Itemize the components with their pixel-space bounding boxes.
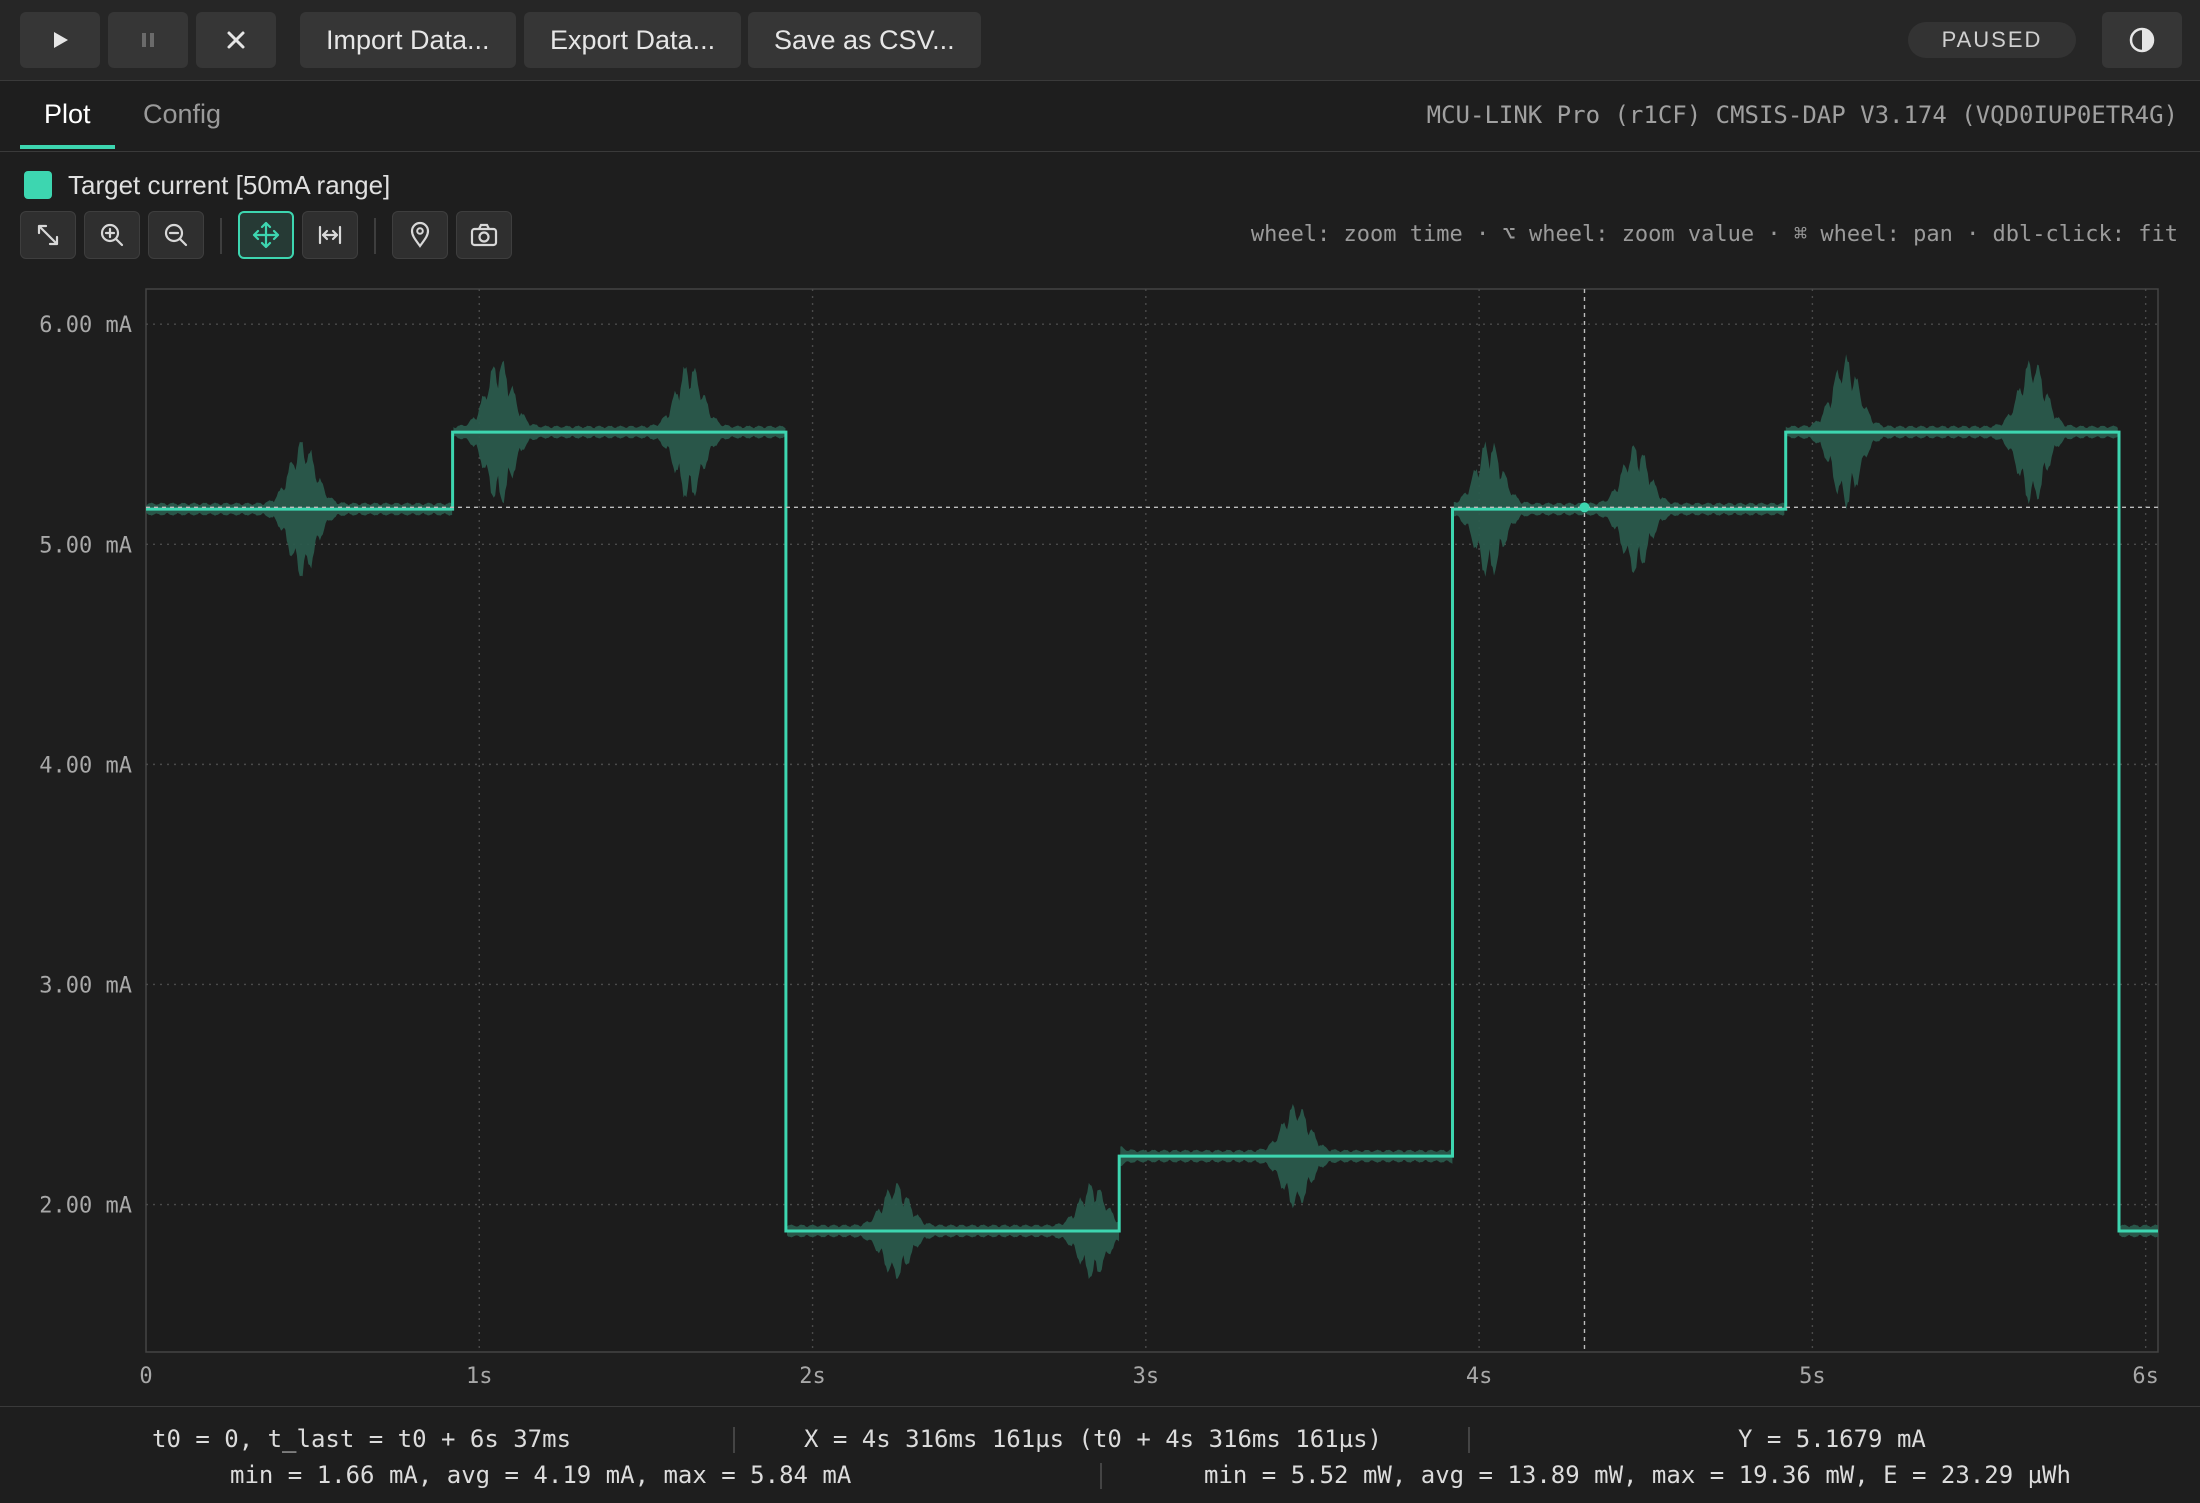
theme-toggle-button[interactable] <box>2102 12 2182 68</box>
toolbar-divider <box>220 218 222 254</box>
x-tick-label: 1s <box>466 1364 493 1389</box>
close-icon <box>227 31 245 49</box>
y-tick-label: 5.00 mA <box>39 533 132 558</box>
footer-divider <box>1100 1463 1102 1489</box>
marker-icon <box>410 221 430 248</box>
zoom-out-button[interactable] <box>148 211 204 259</box>
x-tick-label: 5s <box>1799 1364 1826 1389</box>
cursor-point <box>1579 502 1590 513</box>
y-tick-label: 4.00 mA <box>39 753 132 778</box>
import-data-button[interactable]: Import Data... <box>300 12 516 68</box>
footer-divider <box>733 1427 735 1453</box>
x-tick-label: 4s <box>1466 1364 1493 1389</box>
y-axis: 6.00 mA 5.00 mA 4.00 mA 3.00 mA 2.00 mA <box>39 313 132 1218</box>
status-footer: t0 = 0, t_last = t0 + 6s 37ms X = 4s 316… <box>0 1406 2200 1503</box>
camera-icon <box>470 223 498 247</box>
contrast-icon <box>2129 27 2155 53</box>
y-tick-label: 3.00 mA <box>39 973 132 998</box>
device-info: MCU-LINK Pro (r1CF) CMSIS-DAP V3.174 (VQ… <box>1426 101 2178 129</box>
footer-divider <box>1468 1427 1470 1453</box>
x-tick-label: 3s <box>1133 1364 1160 1389</box>
fit-button[interactable] <box>20 211 76 259</box>
y-tick-label: 6.00 mA <box>39 313 132 338</box>
cursor-y-readout: Y = 5.1679 mA <box>1738 1425 1926 1453</box>
time-range-readout: t0 = 0, t_last = t0 + 6s 37ms <box>152 1425 572 1453</box>
status-badge: PAUSED <box>1908 22 2076 58</box>
current-plot[interactable]: 6.00 mA 5.00 mA 4.00 mA 3.00 mA 2.00 mA 0 1s 2… <box>0 280 2200 1404</box>
pause-icon <box>142 33 154 47</box>
toolbar-divider <box>374 218 376 254</box>
cursor-x-readout: X = 4s 316ms 161µs (t0 + 4s 316ms 161µs) <box>804 1425 1382 1453</box>
pan-button[interactable] <box>238 211 294 259</box>
x-tick-label: 2s <box>799 1364 826 1389</box>
power-stats-readout: min = 5.52 mW, avg = 13.89 mW, max = 19.… <box>1204 1461 2071 1489</box>
stop-button[interactable] <box>196 12 276 68</box>
x-tick-label: 6s <box>2132 1364 2159 1389</box>
pan-icon <box>252 221 280 249</box>
active-tab-indicator <box>20 145 115 149</box>
x-axis: 0 1s 2s 3s 4s 5s 6s <box>139 1364 2159 1389</box>
pause-button[interactable] <box>108 12 188 68</box>
main-toolbar: Import Data... Export Data... Save as CS… <box>0 0 2200 81</box>
fit-width-icon <box>318 225 342 245</box>
current-stats-readout: min = 1.66 mA, avg = 4.19 mA, max = 5.84… <box>230 1461 852 1489</box>
legend-label: Target current [50mA range] <box>68 170 391 200</box>
export-data-button[interactable]: Export Data... <box>524 12 742 68</box>
tab-bar: Plot Config MCU-LINK Pro (r1CF) CMSIS-DA… <box>0 81 2200 152</box>
play-icon <box>54 32 68 48</box>
zoom-in-button[interactable] <box>84 211 140 259</box>
zoom-in-icon <box>100 223 124 247</box>
play-button[interactable] <box>20 12 100 68</box>
legend-swatch[interactable] <box>24 171 52 199</box>
x-tick-label: 0 <box>139 1364 152 1389</box>
save-csv-button[interactable]: Save as CSV... <box>748 12 981 68</box>
tab-config[interactable]: Config <box>143 99 221 130</box>
tab-plot[interactable]: Plot <box>44 99 91 130</box>
marker-button[interactable] <box>392 211 448 259</box>
fit-icon <box>37 224 59 246</box>
zoom-out-icon <box>164 223 188 247</box>
screenshot-button[interactable] <box>456 211 512 259</box>
y-tick-label: 2.00 mA <box>39 1194 132 1219</box>
interaction-hint: wheel: zoom time · ⌥ wheel: zoom value ·… <box>1250 222 2178 247</box>
fit-width-button[interactable] <box>302 211 358 259</box>
